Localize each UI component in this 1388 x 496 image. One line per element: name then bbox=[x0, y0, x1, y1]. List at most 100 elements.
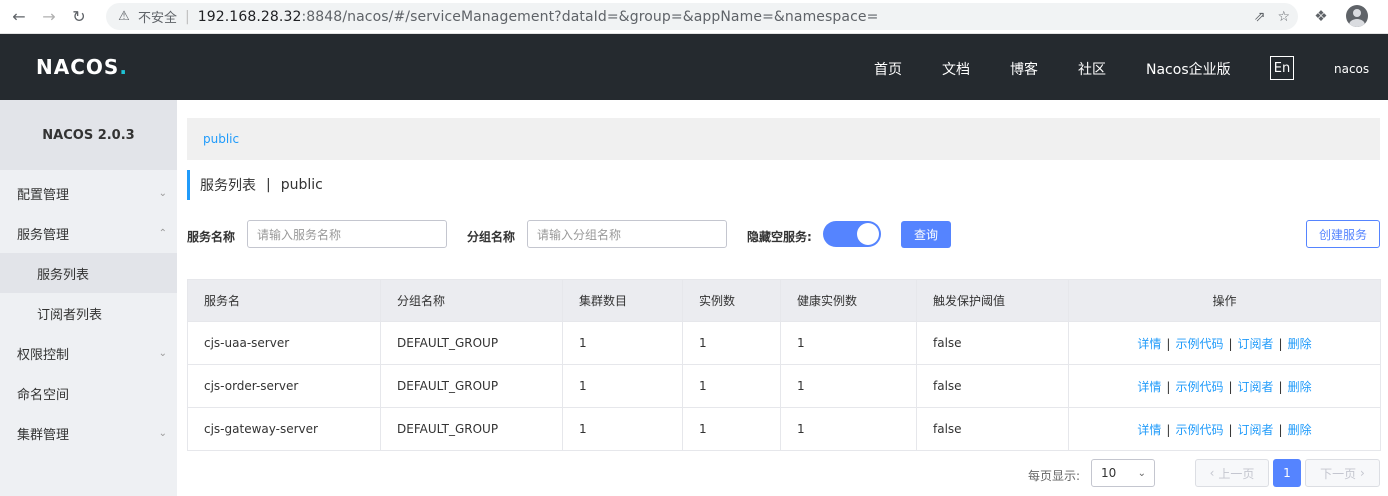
share-icon[interactable]: ⇗ bbox=[1254, 9, 1266, 25]
cell-instance-count: 1 bbox=[682, 364, 781, 408]
subscriber-link[interactable]: 订阅者 bbox=[1238, 423, 1274, 437]
query-button[interactable]: 查询 bbox=[901, 221, 951, 248]
cell-operations: 详情 | 示例代码 | 订阅者 | 删除 bbox=[1068, 407, 1381, 451]
extensions-puzzle-icon[interactable]: ❖ bbox=[1310, 5, 1332, 27]
chevron-down-icon: ⌄ bbox=[158, 187, 167, 199]
subscriber-link[interactable]: 订阅者 bbox=[1238, 380, 1274, 394]
url-text: 192.168.28.32:8848/nacos/#/serviceManage… bbox=[197, 8, 879, 25]
cell-healthy-count: 1 bbox=[780, 407, 917, 451]
service-name-label: 服务名称 bbox=[187, 230, 236, 244]
bookmark-star-icon[interactable]: ☆ bbox=[1277, 9, 1290, 25]
back-icon[interactable]: ← bbox=[8, 6, 30, 28]
nav-docs[interactable]: 文档 bbox=[942, 59, 970, 79]
insecure-label: 不安全 bbox=[138, 11, 178, 26]
sidebar-version-title: NACOS 2.0.3 bbox=[0, 100, 177, 170]
col-cluster-count: 集群数目 bbox=[562, 279, 683, 322]
cell-service-name: cjs-gateway-server bbox=[187, 407, 381, 451]
detail-link[interactable]: 详情 bbox=[1137, 423, 1161, 437]
namespace-bar: public bbox=[187, 118, 1380, 160]
browser-toolbar: ← → ↻ ⚠ 不安全 | 192.168.28.32:8848/nacos/#… bbox=[0, 0, 1388, 34]
sample-code-link[interactable]: 示例代码 bbox=[1175, 423, 1223, 437]
group-name-input[interactable]: 请输入分组名称 bbox=[527, 220, 727, 248]
reload-icon[interactable]: ↻ bbox=[68, 6, 90, 28]
cell-group-name: DEFAULT_GROUP bbox=[380, 364, 563, 408]
sidebar-item-cluster[interactable]: 集群管理 ⌄ bbox=[0, 413, 177, 453]
user-name[interactable]: nacos bbox=[1334, 62, 1369, 76]
detail-link[interactable]: 详情 bbox=[1137, 337, 1161, 351]
more-menu-icon[interactable]: ⋮ bbox=[1382, 5, 1388, 27]
profile-avatar-icon[interactable] bbox=[1346, 5, 1368, 27]
cell-threshold: false bbox=[916, 321, 1069, 365]
sidebar: NACOS 2.0.3 配置管理 ⌄ 服务管理 ⌃ 服务列表 订阅者列表 权限控… bbox=[0, 100, 177, 496]
cell-healthy-count: 1 bbox=[780, 321, 917, 365]
create-service-button[interactable]: 创建服务 bbox=[1306, 220, 1380, 248]
nav-community[interactable]: 社区 bbox=[1078, 59, 1106, 79]
delete-link[interactable]: 删除 bbox=[1288, 423, 1312, 437]
cell-cluster-count: 1 bbox=[562, 407, 683, 451]
warning-icon: ⚠ bbox=[118, 9, 130, 24]
language-switch-button[interactable]: En bbox=[1270, 56, 1294, 80]
chevron-down-icon: ⌄ bbox=[158, 427, 167, 439]
chevron-down-icon: ⌄ bbox=[158, 347, 167, 359]
service-name-input[interactable]: 请输入服务名称 bbox=[247, 220, 447, 248]
nav-blog[interactable]: 博客 bbox=[1010, 59, 1038, 79]
chevron-right-icon: › bbox=[1360, 466, 1365, 480]
delete-link[interactable]: 删除 bbox=[1288, 337, 1312, 351]
col-service-name: 服务名 bbox=[187, 279, 381, 322]
sidebar-item-service-list[interactable]: 服务列表 bbox=[0, 253, 177, 293]
cell-cluster-count: 1 bbox=[562, 321, 683, 365]
cell-threshold: false bbox=[916, 407, 1069, 451]
cell-operations: 详情 | 示例代码 | 订阅者 | 删除 bbox=[1068, 364, 1381, 408]
app-header: NACOS. 首页 文档 博客 社区 Nacos企业版 En nacos bbox=[0, 34, 1388, 100]
hide-empty-label: 隐藏空服务: bbox=[747, 230, 812, 244]
subscriber-link[interactable]: 订阅者 bbox=[1238, 337, 1274, 351]
address-bar[interactable]: ⚠ 不安全 | 192.168.28.32:8848/nacos/#/servi… bbox=[106, 3, 1298, 30]
sidebar-item-namespace[interactable]: 命名空间 bbox=[0, 373, 177, 413]
page-title: 服务列表 | public bbox=[187, 170, 323, 200]
cell-instance-count: 1 bbox=[682, 407, 781, 451]
chevron-down-icon: ⌄ bbox=[1137, 467, 1146, 479]
cell-operations: 详情 | 示例代码 | 订阅者 | 删除 bbox=[1068, 321, 1381, 365]
group-name-label: 分组名称 bbox=[467, 230, 516, 244]
sidebar-item-subscribers[interactable]: 订阅者列表 bbox=[0, 293, 177, 333]
cell-group-name: DEFAULT_GROUP bbox=[380, 321, 563, 365]
page-size-label: 每页显示: bbox=[1028, 469, 1081, 483]
nav-enterprise[interactable]: Nacos企业版 bbox=[1146, 59, 1231, 79]
namespace-public-link[interactable]: public bbox=[203, 132, 239, 146]
delete-link[interactable]: 删除 bbox=[1288, 380, 1312, 394]
chevron-up-icon: ⌃ bbox=[158, 227, 167, 239]
cell-threshold: false bbox=[916, 364, 1069, 408]
page-size-select[interactable]: 10 ⌄ bbox=[1091, 459, 1155, 487]
col-operations: 操作 bbox=[1068, 279, 1381, 322]
table-row: cjs-gateway-server DEFAULT_GROUP 1 1 1 f… bbox=[187, 407, 1381, 451]
sample-code-link[interactable]: 示例代码 bbox=[1175, 337, 1223, 351]
chevron-left-icon: ‹ bbox=[1209, 466, 1215, 480]
table-header-row: 服务名 分组名称 集群数目 实例数 健康实例数 触发保护阈值 操作 bbox=[187, 279, 1381, 322]
nacos-logo[interactable]: NACOS. bbox=[36, 55, 128, 79]
cell-instance-count: 1 bbox=[682, 321, 781, 365]
sidebar-item-config[interactable]: 配置管理 ⌄ bbox=[0, 173, 177, 213]
sidebar-item-service[interactable]: 服务管理 ⌃ bbox=[0, 213, 177, 253]
detail-link[interactable]: 详情 bbox=[1137, 380, 1161, 394]
cell-group-name: DEFAULT_GROUP bbox=[380, 407, 563, 451]
sample-code-link[interactable]: 示例代码 bbox=[1175, 380, 1223, 394]
hide-empty-toggle[interactable] bbox=[823, 221, 881, 247]
page-number-current[interactable]: 1 bbox=[1273, 459, 1301, 487]
col-threshold: 触发保护阈值 bbox=[916, 279, 1069, 322]
forward-icon[interactable]: → bbox=[38, 6, 60, 28]
table-row: cjs-order-server DEFAULT_GROUP 1 1 1 fal… bbox=[187, 364, 1381, 408]
nav-home[interactable]: 首页 bbox=[874, 59, 902, 79]
next-page-button[interactable]: 下一页 › bbox=[1305, 459, 1380, 487]
cell-cluster-count: 1 bbox=[562, 364, 683, 408]
service-table: 服务名 分组名称 集群数目 实例数 健康实例数 触发保护阈值 操作 cjs-ua… bbox=[187, 279, 1381, 451]
sidebar-item-auth[interactable]: 权限控制 ⌄ bbox=[0, 333, 177, 373]
cell-service-name: cjs-uaa-server bbox=[187, 321, 381, 365]
url-separator: | bbox=[185, 8, 190, 25]
cell-service-name: cjs-order-server bbox=[187, 364, 381, 408]
table-row: cjs-uaa-server DEFAULT_GROUP 1 1 1 false… bbox=[187, 321, 1381, 365]
prev-page-button[interactable]: ‹ 上一页 bbox=[1195, 459, 1269, 487]
col-healthy-count: 健康实例数 bbox=[780, 279, 917, 322]
col-instance-count: 实例数 bbox=[682, 279, 781, 322]
col-group-name: 分组名称 bbox=[380, 279, 563, 322]
cell-healthy-count: 1 bbox=[780, 364, 917, 408]
